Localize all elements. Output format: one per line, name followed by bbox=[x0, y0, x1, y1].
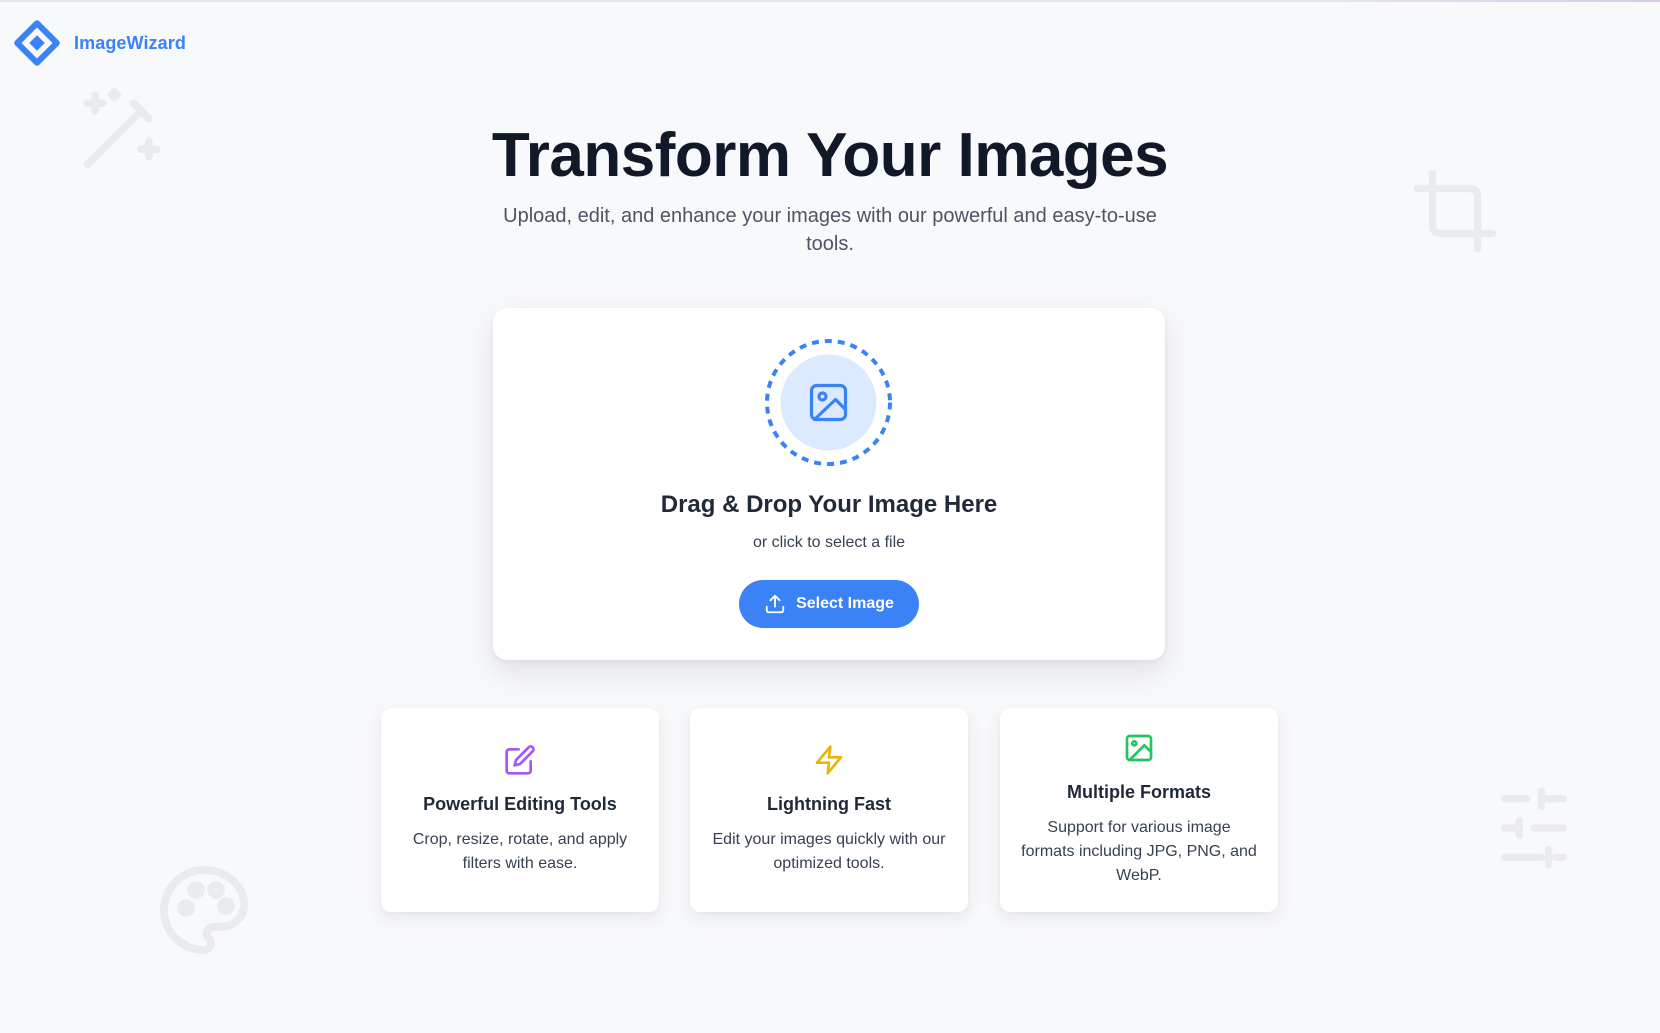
feature-description: Support for various image formats includ… bbox=[1021, 819, 1257, 884]
dropzone-hint: or click to select a file bbox=[752, 534, 906, 551]
page-title: Transform Your Images bbox=[491, 121, 1169, 190]
select-image-label: Select Image bbox=[796, 595, 894, 612]
feature-description: Crop, resize, rotate, and apply filters … bbox=[412, 831, 628, 872]
feature-title: Lightning Fast bbox=[767, 794, 891, 814]
upload-icon bbox=[765, 594, 785, 614]
feature-card-editing: Powerful Editing Tools Crop, resize, rot… bbox=[381, 708, 659, 912]
feature-card-speed: Lightning Fast Edit your images quickly … bbox=[690, 708, 968, 912]
top-border bbox=[0, 0, 1660, 2]
drop-target-image-icon bbox=[765, 339, 892, 466]
feature-description: Edit your images quickly with our optimi… bbox=[712, 831, 946, 872]
dropzone-title: Drag & Drop Your Image Here bbox=[660, 491, 998, 518]
lightning-icon bbox=[815, 745, 843, 775]
feature-title: Multiple Formats bbox=[1066, 782, 1211, 802]
feature-title: Powerful Editing Tools bbox=[423, 794, 617, 814]
diamond-logo-icon bbox=[14, 20, 60, 66]
edit-icon bbox=[505, 745, 535, 775]
app-name: ImageWizard bbox=[74, 32, 186, 53]
image-icon bbox=[1125, 734, 1153, 762]
sliders-icon bbox=[1501, 787, 1567, 869]
logo[interactable]: ImageWizard bbox=[14, 20, 186, 66]
palette-icon bbox=[160, 866, 248, 954]
page-subtitle: Upload, edit, and enhance your images wi… bbox=[503, 205, 1157, 255]
upload-dropzone[interactable]: Drag & Drop Your Image Here or click to … bbox=[493, 308, 1165, 660]
feature-card-formats: Multiple Formats Support for various ima… bbox=[1000, 708, 1278, 912]
select-image-button[interactable]: Select Image bbox=[739, 580, 919, 628]
